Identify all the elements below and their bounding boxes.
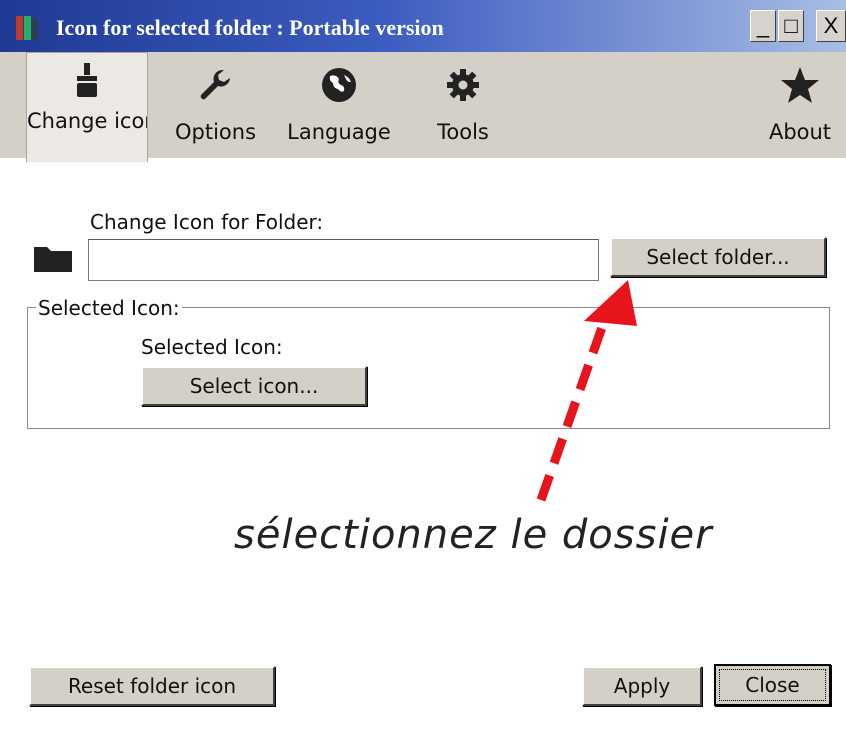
selected-icon-group-title: Selected Icon: <box>36 296 182 320</box>
close-button[interactable]: Close <box>714 664 831 706</box>
folder-path-input[interactable] <box>88 239 599 281</box>
paint-brush-icon <box>77 63 97 97</box>
tab-label-language: Language <box>287 120 391 144</box>
tab-tools[interactable]: Tools <box>415 52 511 158</box>
selected-icon-label: Selected Icon: <box>141 335 283 359</box>
tab-language[interactable]: Language <box>278 52 400 158</box>
select-icon-button[interactable]: Select icon... <box>141 366 367 406</box>
close-window-button[interactable]: X <box>816 10 846 42</box>
minimize-icon: _ <box>756 13 770 38</box>
folder-icon <box>34 247 72 272</box>
app-logo-icon <box>16 16 38 40</box>
tab-label-tools: Tools <box>437 120 489 144</box>
select-folder-button[interactable]: Select folder... <box>610 237 826 277</box>
tab-about[interactable]: About <box>756 52 844 158</box>
gear-icon <box>447 69 479 101</box>
tab-change-icon[interactable]: Change icon <box>26 52 148 162</box>
window-title: Icon for selected folder : Portable vers… <box>56 15 444 40</box>
title-bar: Icon for selected folder : Portable vers… <box>0 0 846 52</box>
minimize-button[interactable]: _ <box>750 10 776 42</box>
reset-folder-icon-button[interactable]: Reset folder icon <box>29 666 275 706</box>
tab-label-options: Options <box>174 120 257 144</box>
star-icon <box>781 67 819 103</box>
tab-options[interactable]: Options <box>168 52 263 158</box>
maximize-icon: □ <box>784 13 798 38</box>
globe-icon <box>322 68 356 102</box>
toolbar: Change icon Options Language Tools About <box>0 52 846 162</box>
change-folder-label: Change Icon for Folder: <box>90 210 324 234</box>
tab-label-about: About <box>768 120 832 144</box>
annotation-text: sélectionnez le dossier <box>234 512 713 558</box>
maximize-button[interactable]: □ <box>778 10 804 42</box>
apply-button[interactable]: Apply <box>582 666 702 706</box>
wrench-icon <box>200 69 230 100</box>
tab-label-change-icon: Change icon <box>27 109 148 133</box>
close-icon: X <box>823 13 839 38</box>
app-window: Icon for selected folder : Portable vers… <box>0 0 846 729</box>
